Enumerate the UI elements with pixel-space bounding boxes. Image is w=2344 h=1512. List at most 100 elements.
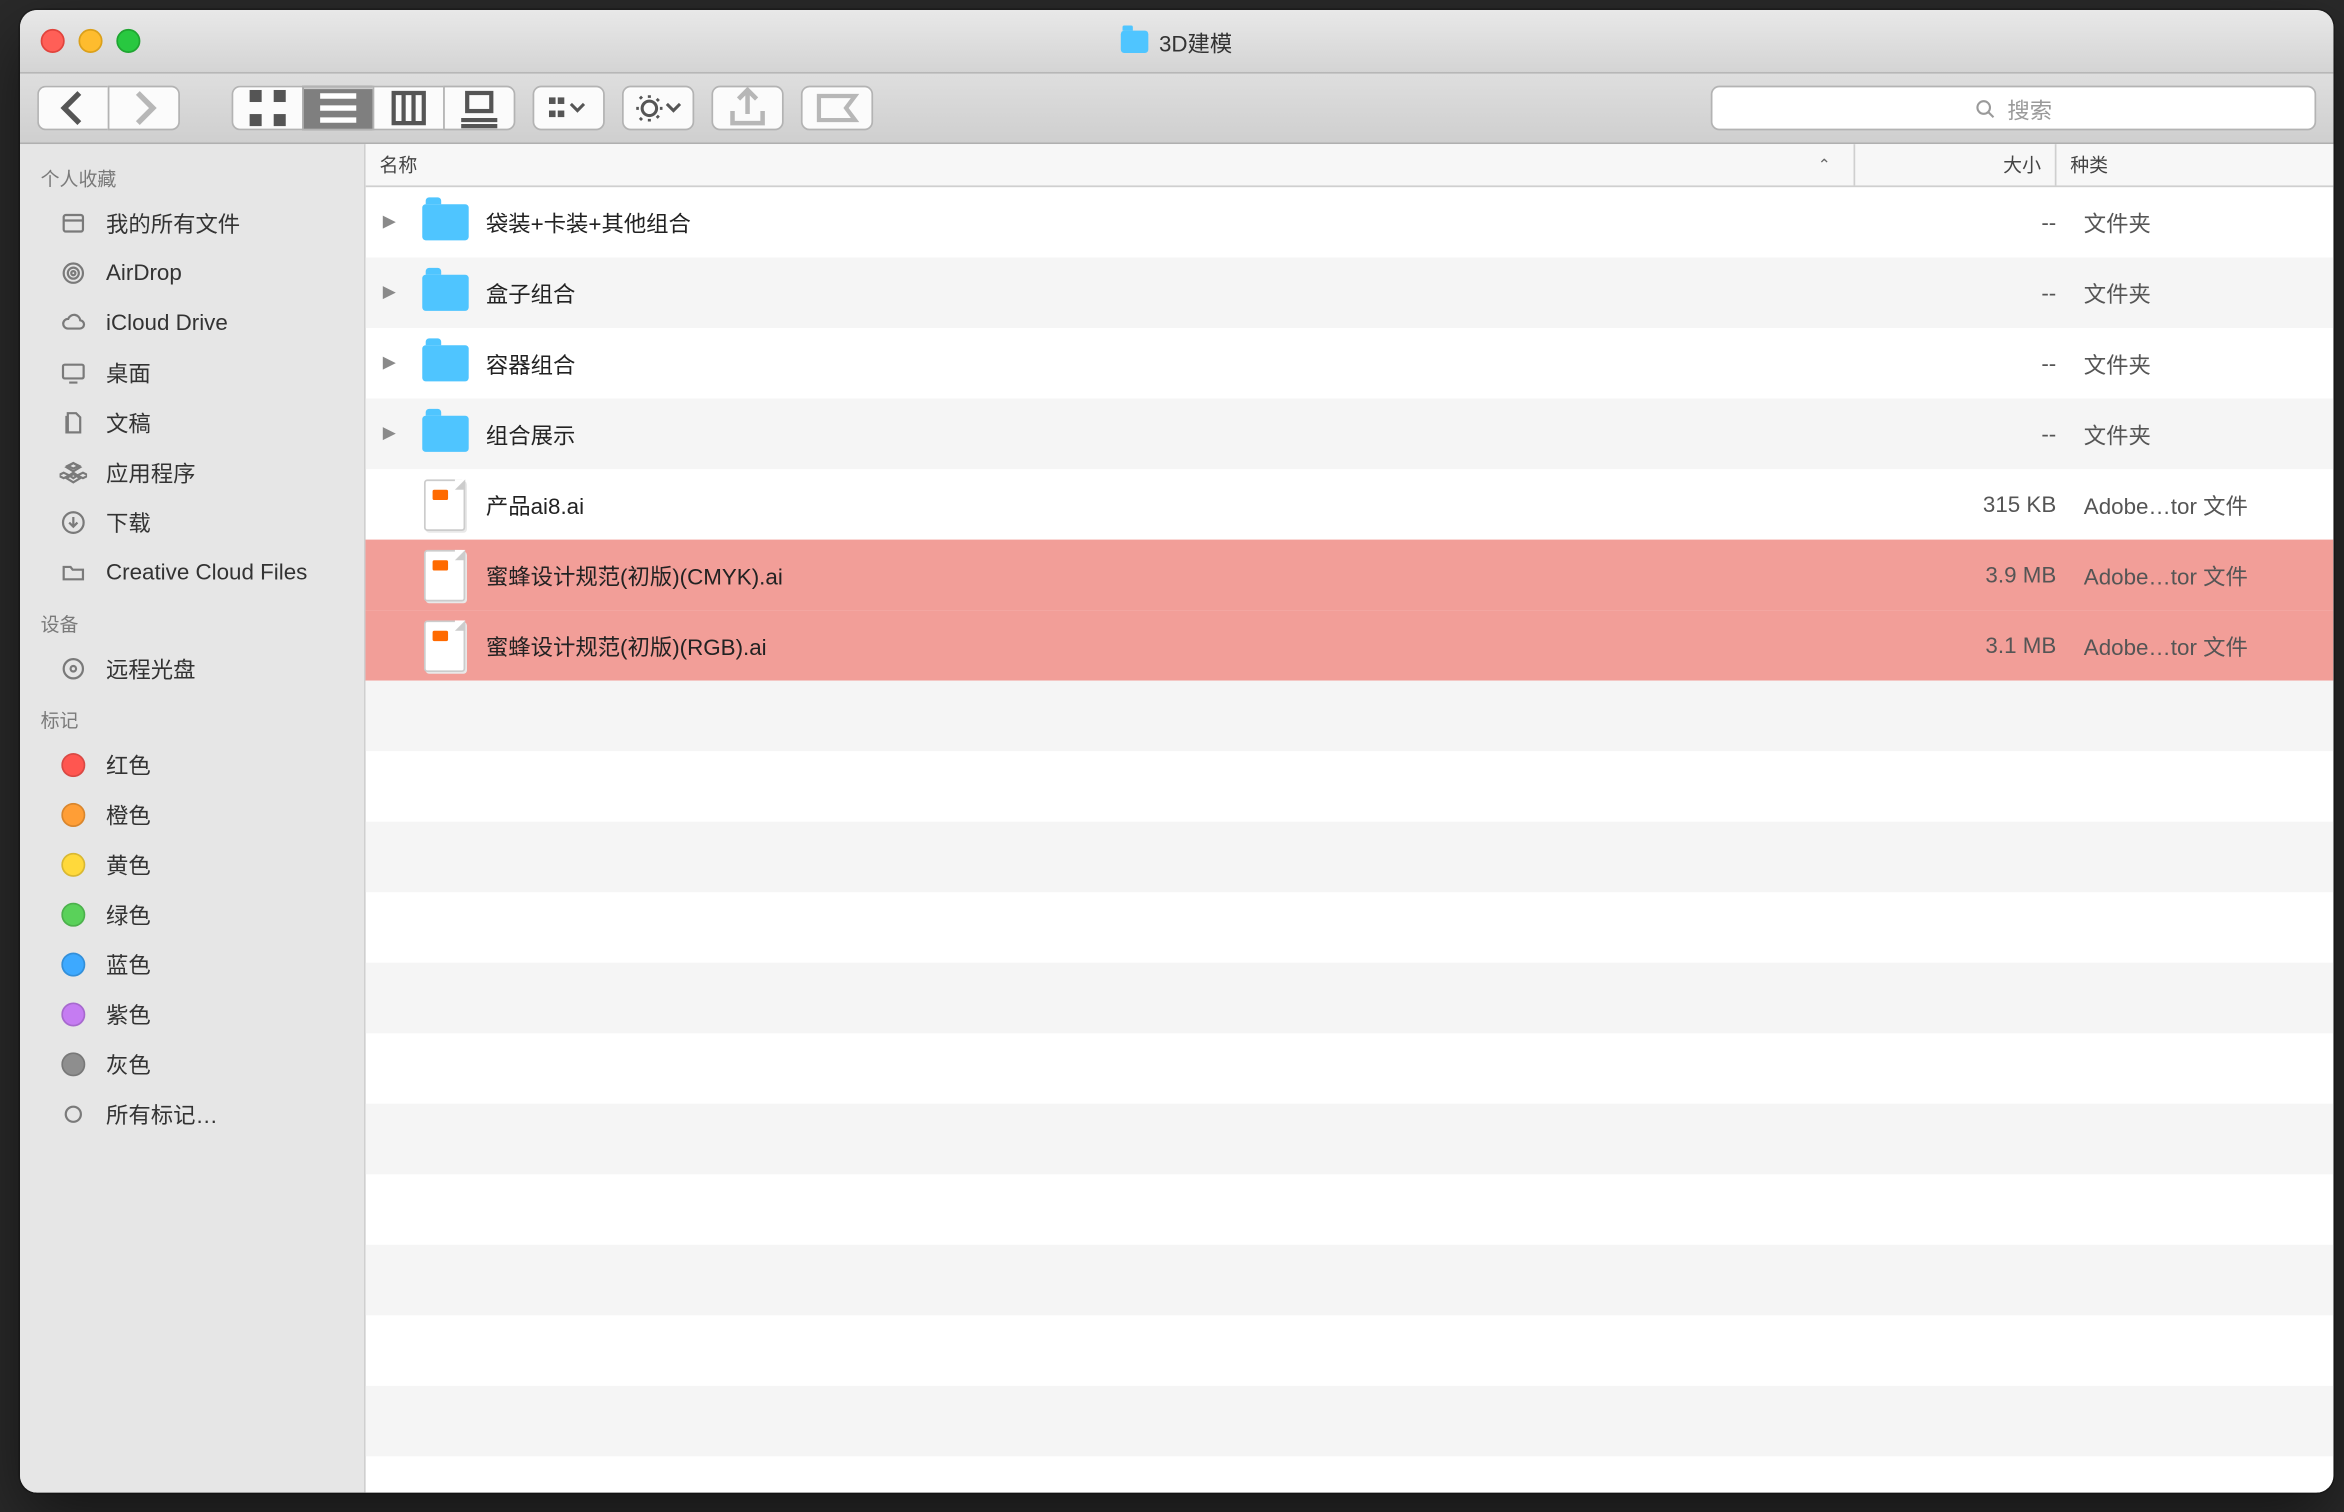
file-size: -- bbox=[1884, 421, 2070, 447]
sidebar-item[interactable]: 所有标记… bbox=[20, 1088, 364, 1138]
file-row[interactable]: ▶组合展示--文件夹 bbox=[366, 399, 2334, 470]
back-button[interactable] bbox=[37, 86, 108, 131]
ai-file-icon bbox=[421, 551, 469, 599]
file-row[interactable]: ▶蜜蜂设计规范(初版)(CMYK).ai3.9 MBAdobe…tor 文件 bbox=[366, 540, 2334, 611]
desktop-icon bbox=[58, 357, 89, 388]
file-row[interactable]: ▶产品ai8.ai315 KBAdobe…tor 文件 bbox=[366, 469, 2334, 540]
file-kind: Adobe…tor 文件 bbox=[2070, 488, 2333, 521]
sidebar-item[interactable]: 桌面 bbox=[20, 347, 364, 397]
view-list-button[interactable] bbox=[302, 86, 373, 131]
file-row[interactable]: ▶ 容器组合 --文件夹 bbox=[366, 328, 2334, 399]
file-name: 蜜蜂设计规范(初版)(RGB).ai bbox=[486, 629, 767, 662]
sidebar-item[interactable]: 下载 bbox=[20, 497, 364, 547]
sidebar-item-label: 我的所有文件 bbox=[106, 206, 240, 239]
sidebar-item[interactable]: iCloud Drive bbox=[20, 297, 364, 347]
disclosure-triangle-icon[interactable]: ▶ bbox=[383, 213, 404, 232]
file-rows-container[interactable]: ▶袋装+卡装+其他组合--文件夹▶盒子组合--文件夹▶容器组合--文件夹▶组合展… bbox=[366, 187, 2334, 1492]
sidebar-item-label: 灰色 bbox=[106, 1047, 151, 1080]
empty-row bbox=[366, 1245, 2334, 1316]
sidebar-item-label: 黄色 bbox=[106, 848, 151, 881]
action-button[interactable] bbox=[622, 86, 694, 131]
minimize-button[interactable] bbox=[78, 29, 102, 53]
file-kind: 文件夹 bbox=[2070, 347, 2333, 380]
view-switcher bbox=[232, 86, 516, 131]
view-coverflow-button[interactable] bbox=[443, 86, 515, 131]
sidebar-item[interactable]: 我的所有文件 bbox=[20, 197, 364, 247]
empty-row bbox=[366, 822, 2334, 893]
arrange-button[interactable] bbox=[533, 86, 605, 131]
sidebar-item[interactable]: Creative Cloud Files bbox=[20, 547, 364, 597]
sidebar-item[interactable]: 应用程序 bbox=[20, 447, 364, 497]
column-header-size[interactable]: 大小 bbox=[1855, 144, 2056, 185]
sidebar: 个人收藏我的所有文件AirDropiCloud Drive桌面文稿应用程序下载C… bbox=[20, 144, 366, 1492]
search-placeholder: 搜索 bbox=[2007, 92, 2052, 125]
sidebar-item-label: Creative Cloud Files bbox=[106, 559, 307, 585]
fullscreen-button[interactable] bbox=[116, 29, 140, 53]
sidebar-item-label: 红色 bbox=[106, 748, 151, 781]
sidebar-item-label: 蓝色 bbox=[106, 947, 151, 980]
empty-row bbox=[366, 1174, 2334, 1245]
sidebar-item[interactable]: 文稿 bbox=[20, 397, 364, 447]
sidebar-item[interactable]: 紫色 bbox=[20, 989, 364, 1039]
tag-icon bbox=[58, 948, 89, 979]
close-button[interactable] bbox=[41, 29, 65, 53]
tag-icon bbox=[58, 799, 89, 830]
search-input[interactable]: 搜索 bbox=[1711, 86, 2316, 131]
file-row[interactable]: ▶袋装+卡装+其他组合--文件夹 bbox=[366, 187, 2334, 258]
finder-window: 3D建模 bbox=[20, 10, 2333, 1493]
window-title: 3D建模 bbox=[20, 25, 2333, 58]
empty-row bbox=[366, 751, 2334, 822]
tag-icon bbox=[58, 898, 89, 929]
sidebar-section-label: 设备 bbox=[20, 597, 364, 643]
downloads-icon bbox=[58, 506, 89, 537]
sidebar-item[interactable]: 绿色 bbox=[20, 889, 364, 939]
sidebar-item-label: 应用程序 bbox=[106, 455, 195, 488]
disclosure-triangle-icon[interactable]: ▶ bbox=[383, 425, 404, 444]
file-size: -- bbox=[1884, 351, 2070, 377]
disclosure-triangle-icon[interactable]: ▶ bbox=[383, 283, 404, 302]
sidebar-item[interactable]: 蓝色 bbox=[20, 939, 364, 989]
tag-icon bbox=[58, 1048, 89, 1079]
file-size: -- bbox=[1884, 210, 2070, 236]
file-size: 3.9 MB bbox=[1884, 562, 2070, 588]
sidebar-item-label: 所有标记… bbox=[106, 1097, 218, 1130]
column-header-row: 名称 ⌃ 大小 种类 bbox=[366, 144, 2334, 187]
sidebar-item[interactable]: 远程光盘 bbox=[20, 643, 364, 693]
share-button[interactable] bbox=[711, 86, 783, 131]
sidebar-item[interactable]: 红色 bbox=[20, 739, 364, 789]
share-group bbox=[711, 86, 783, 131]
apps-icon bbox=[58, 456, 89, 487]
view-column-button[interactable] bbox=[373, 86, 444, 131]
action-group bbox=[622, 86, 694, 131]
empty-row bbox=[366, 681, 2334, 752]
disclosure-triangle-icon[interactable]: ▶ bbox=[383, 354, 404, 373]
file-name: 盒子组合 bbox=[486, 277, 575, 310]
file-kind: 文件夹 bbox=[2070, 418, 2333, 451]
sidebar-item[interactable]: AirDrop bbox=[20, 247, 364, 297]
sidebar-item[interactable]: 黄色 bbox=[20, 839, 364, 889]
file-size: -- bbox=[1884, 280, 2070, 306]
empty-row bbox=[366, 1104, 2334, 1175]
all-tags-icon bbox=[58, 1098, 89, 1129]
file-name: 容器组合 bbox=[486, 347, 575, 380]
file-kind: 文件夹 bbox=[2070, 206, 2333, 239]
column-header-kind[interactable]: 种类 bbox=[2056, 144, 2333, 185]
file-row[interactable]: ▶盒子组合--文件夹 bbox=[366, 258, 2334, 329]
file-name: 产品ai8.ai bbox=[486, 488, 584, 521]
remote-disc-icon bbox=[58, 652, 89, 683]
column-header-name[interactable]: 名称 ⌃ bbox=[366, 144, 1856, 185]
sidebar-item[interactable]: 橙色 bbox=[20, 789, 364, 839]
tag-icon bbox=[58, 998, 89, 1029]
folder-icon bbox=[58, 556, 89, 587]
file-size: 3.1 MB bbox=[1884, 633, 2070, 659]
forward-button[interactable] bbox=[108, 86, 180, 131]
toolbar: 搜索 bbox=[20, 74, 2333, 145]
titlebar[interactable]: 3D建模 bbox=[20, 10, 2333, 74]
view-icon-button[interactable] bbox=[232, 86, 303, 131]
file-list: 名称 ⌃ 大小 种类 ▶袋装+卡装+其他组合--文件夹▶盒子组合--文件夹▶容器… bbox=[366, 144, 2334, 1492]
tag-icon bbox=[58, 849, 89, 880]
file-row[interactable]: ▶蜜蜂设计规范(初版)(RGB).ai3.1 MBAdobe…tor 文件 bbox=[366, 610, 2334, 681]
sidebar-item[interactable]: 灰色 bbox=[20, 1039, 364, 1089]
all-files-icon bbox=[58, 207, 89, 238]
edit-tags-button[interactable] bbox=[801, 86, 873, 131]
